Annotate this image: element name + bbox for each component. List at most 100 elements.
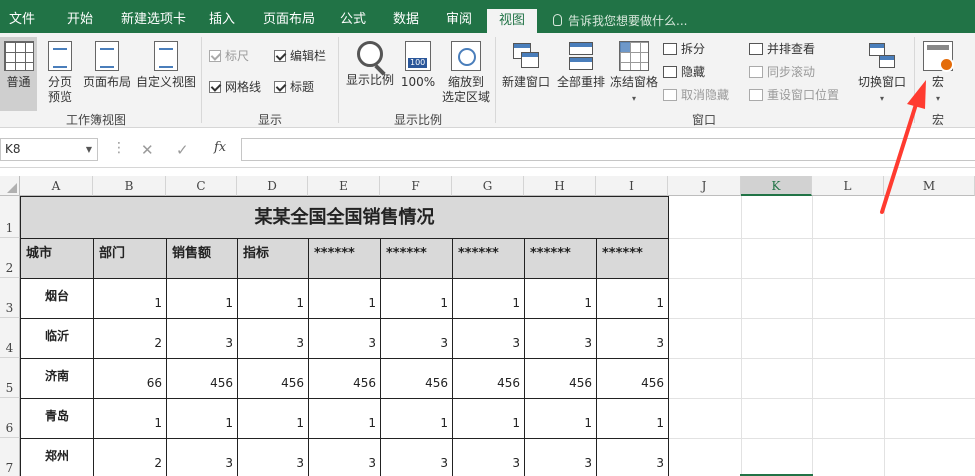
data-cell[interactable]: 1 bbox=[167, 399, 237, 438]
freeze-panes-button[interactable]: 冻结窗格 ▾ bbox=[608, 37, 660, 106]
row-header[interactable]: 6 bbox=[0, 398, 20, 438]
data-cell[interactable]: 3 bbox=[238, 319, 308, 358]
sync-scroll-button[interactable]: 同步滚动 bbox=[749, 63, 815, 81]
row-header[interactable]: 2 bbox=[0, 238, 20, 278]
column-header[interactable]: K bbox=[741, 176, 812, 196]
data-cell[interactable]: 456 bbox=[309, 359, 380, 398]
arrange-all-button[interactable]: 全部重排 bbox=[555, 37, 607, 90]
data-cell[interactable]: 3 bbox=[597, 439, 668, 476]
table-header-cell[interactable]: ****** bbox=[309, 239, 380, 278]
column-header[interactable]: J bbox=[668, 176, 741, 196]
data-cell[interactable]: 3 bbox=[309, 439, 380, 476]
data-cell[interactable]: 456 bbox=[381, 359, 452, 398]
page-layout-view-button[interactable]: 页面布局 bbox=[81, 37, 133, 90]
new-window-button[interactable]: 新建窗口 bbox=[500, 37, 552, 90]
split-button[interactable]: 拆分 bbox=[663, 40, 705, 58]
zoom-to-selection-button[interactable]: 缩放到 选定区域 bbox=[440, 37, 492, 105]
data-cell[interactable]: 3 bbox=[381, 439, 452, 476]
column-header[interactable]: B bbox=[93, 176, 166, 196]
ruler-checkbox[interactable]: 标尺 bbox=[209, 47, 249, 65]
table-header-cell[interactable]: 指标 bbox=[238, 239, 308, 278]
tab-view[interactable]: 视图 bbox=[487, 9, 538, 33]
table-header-cell[interactable]: 部门 bbox=[94, 239, 166, 278]
data-cell[interactable]: 1 bbox=[381, 399, 452, 438]
data-cell[interactable]: 1 bbox=[167, 279, 237, 318]
tab-review[interactable]: 审阅 bbox=[446, 0, 472, 33]
data-cell[interactable]: 1 bbox=[453, 399, 524, 438]
data-cell[interactable]: 1 bbox=[597, 399, 668, 438]
unhide-button[interactable]: 取消隐藏 bbox=[663, 86, 729, 104]
data-cell[interactable]: 1 bbox=[94, 279, 166, 318]
table-header-cell[interactable]: ****** bbox=[453, 239, 524, 278]
data-cell[interactable]: 1 bbox=[453, 279, 524, 318]
column-header[interactable]: H bbox=[524, 176, 596, 196]
select-all-corner[interactable] bbox=[0, 176, 20, 196]
switch-windows-button[interactable]: 切换窗口 ▾ bbox=[853, 37, 911, 106]
data-cell[interactable]: 456 bbox=[453, 359, 524, 398]
tab-home[interactable]: 开始 bbox=[67, 0, 93, 33]
zoom-100-button[interactable]: 100 100% bbox=[400, 37, 436, 90]
data-cell[interactable]: 3 bbox=[453, 319, 524, 358]
column-header[interactable]: G bbox=[452, 176, 524, 196]
tab-insert[interactable]: 插入 bbox=[209, 0, 235, 33]
row-header[interactable]: 7 bbox=[0, 438, 20, 476]
data-cell[interactable]: 66 bbox=[94, 359, 166, 398]
data-cell[interactable]: 456 bbox=[597, 359, 668, 398]
cancel-icon[interactable]: ✕ bbox=[141, 141, 154, 159]
table-header-cell[interactable]: ****** bbox=[525, 239, 596, 278]
column-header[interactable]: E bbox=[308, 176, 380, 196]
city-cell[interactable]: 烟台 bbox=[21, 279, 93, 318]
custom-views-button[interactable]: 自定义视图 bbox=[134, 37, 198, 90]
city-cell[interactable]: 济南 bbox=[21, 359, 93, 398]
row-header[interactable]: 1 bbox=[0, 196, 20, 238]
data-cell[interactable]: 1 bbox=[238, 399, 308, 438]
worksheet-grid[interactable]: A B C D E F G H I J K L M 1 2 3 4 5 6 7 某某全国全国销售情况 城市 部门 销售额 指标 *… bbox=[0, 176, 975, 476]
data-cell[interactable]: 3 bbox=[525, 319, 596, 358]
name-box[interactable]: K8 ▼ bbox=[0, 138, 98, 161]
gridlines-checkbox[interactable]: 网格线 bbox=[209, 78, 261, 96]
tab-data[interactable]: 数据 bbox=[393, 0, 419, 33]
chevron-down-icon[interactable]: ▼ bbox=[86, 139, 92, 160]
data-cell[interactable]: 1 bbox=[309, 279, 380, 318]
headings-checkbox[interactable]: 标题 bbox=[274, 78, 314, 96]
column-header[interactable]: C bbox=[166, 176, 237, 196]
sheet-title-cell[interactable]: 某某全国全国销售情况 bbox=[21, 197, 668, 238]
data-cell[interactable]: 1 bbox=[597, 279, 668, 318]
data-cell[interactable]: 3 bbox=[238, 439, 308, 476]
data-cell[interactable]: 3 bbox=[167, 439, 237, 476]
tab-formulas[interactable]: 公式 bbox=[340, 0, 366, 33]
table-header-cell[interactable]: 销售额 bbox=[167, 239, 237, 278]
zoom-button[interactable]: 显示比例 bbox=[344, 37, 396, 88]
page-break-preview-button[interactable]: 分页 预览 bbox=[42, 37, 78, 105]
tell-me-search[interactable]: 告诉我您想要做什么... bbox=[553, 0, 687, 33]
table-header-cell[interactable]: 城市 bbox=[21, 239, 93, 278]
data-cell[interactable]: 456 bbox=[525, 359, 596, 398]
enter-check-icon[interactable]: ✓ bbox=[176, 141, 189, 159]
macros-button[interactable]: 宏 ▾ bbox=[920, 37, 956, 106]
data-cell[interactable]: 3 bbox=[309, 319, 380, 358]
row-header[interactable]: 4 bbox=[0, 318, 20, 358]
column-header[interactable]: L bbox=[812, 176, 884, 196]
row-header[interactable]: 5 bbox=[0, 358, 20, 398]
reset-window-position-button[interactable]: 重设窗口位置 bbox=[749, 86, 839, 104]
column-header[interactable]: F bbox=[380, 176, 452, 196]
row-header[interactable]: 3 bbox=[0, 278, 20, 318]
city-cell[interactable]: 郑州 bbox=[21, 439, 93, 476]
city-cell[interactable]: 青岛 bbox=[21, 399, 93, 438]
hide-button[interactable]: 隐藏 bbox=[663, 63, 705, 81]
data-cell[interactable]: 1 bbox=[525, 279, 596, 318]
tab-new-tab[interactable]: 新建选项卡 bbox=[121, 0, 186, 33]
formula-input[interactable] bbox=[241, 138, 975, 161]
formula-bar-grip-icon[interactable]: ⋮ bbox=[112, 140, 126, 156]
data-cell[interactable]: 3 bbox=[453, 439, 524, 476]
table-header-cell[interactable]: ****** bbox=[381, 239, 452, 278]
data-cell[interactable]: 456 bbox=[238, 359, 308, 398]
column-header[interactable]: I bbox=[596, 176, 668, 196]
data-cell[interactable]: 2 bbox=[94, 319, 166, 358]
normal-view-button[interactable]: 普通 bbox=[0, 37, 37, 111]
table-header-cell[interactable]: ****** bbox=[597, 239, 668, 278]
data-cell[interactable]: 1 bbox=[525, 399, 596, 438]
data-cell[interactable]: 456 bbox=[167, 359, 237, 398]
data-cell[interactable]: 2 bbox=[94, 439, 166, 476]
data-cell[interactable]: 1 bbox=[238, 279, 308, 318]
